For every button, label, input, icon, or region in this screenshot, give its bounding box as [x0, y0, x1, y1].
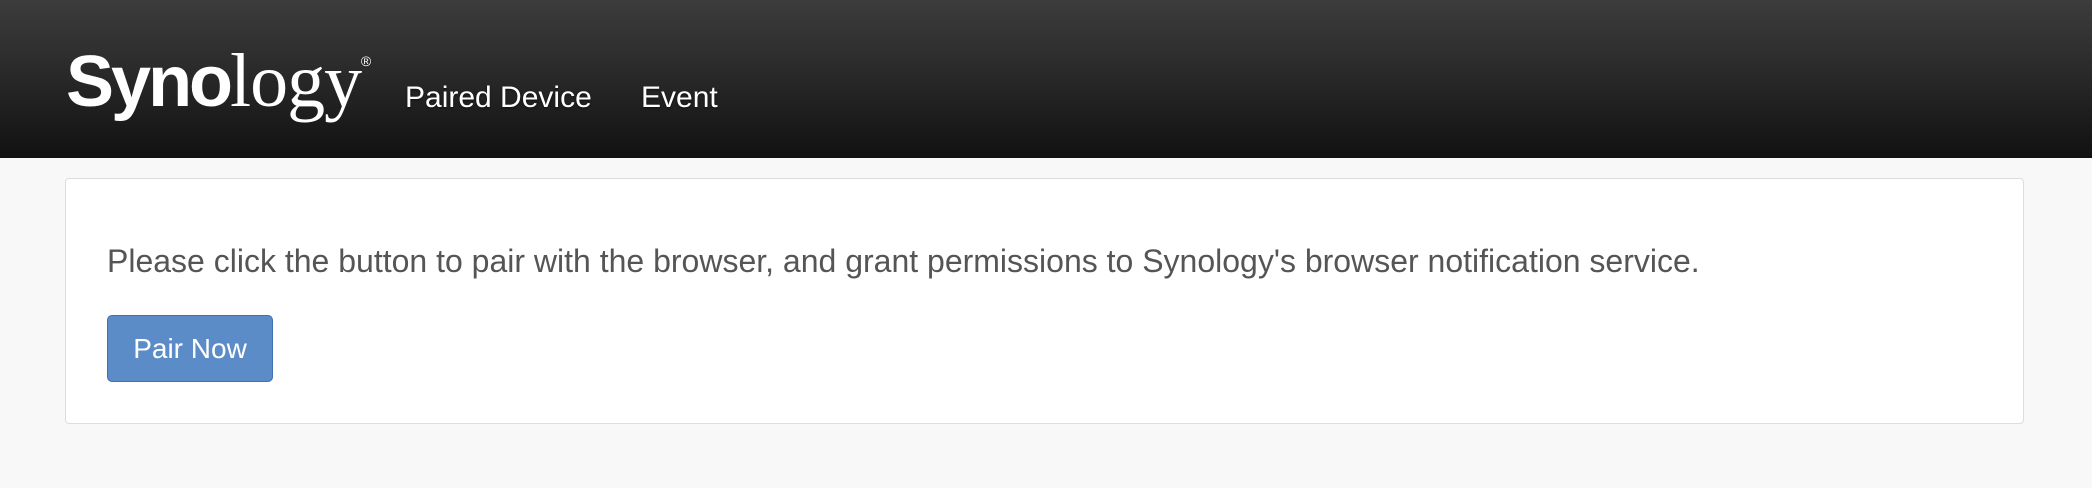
registered-mark: ®	[360, 53, 372, 69]
synology-logo[interactable]: Synology ®	[66, 36, 371, 126]
pair-now-button[interactable]: Pair Now	[107, 315, 273, 382]
nav-link-event[interactable]: Event	[641, 78, 718, 118]
nav-link-paired-device[interactable]: Paired Device	[405, 78, 592, 118]
logo-text-bold: Syno	[66, 42, 233, 122]
logo-text-light: logy	[230, 39, 362, 123]
top-navbar: Synology ® Paired Device Event	[0, 0, 2092, 158]
pairing-panel: Please click the button to pair with the…	[65, 178, 2024, 424]
pairing-instructions: Please click the button to pair with the…	[107, 243, 1700, 279]
